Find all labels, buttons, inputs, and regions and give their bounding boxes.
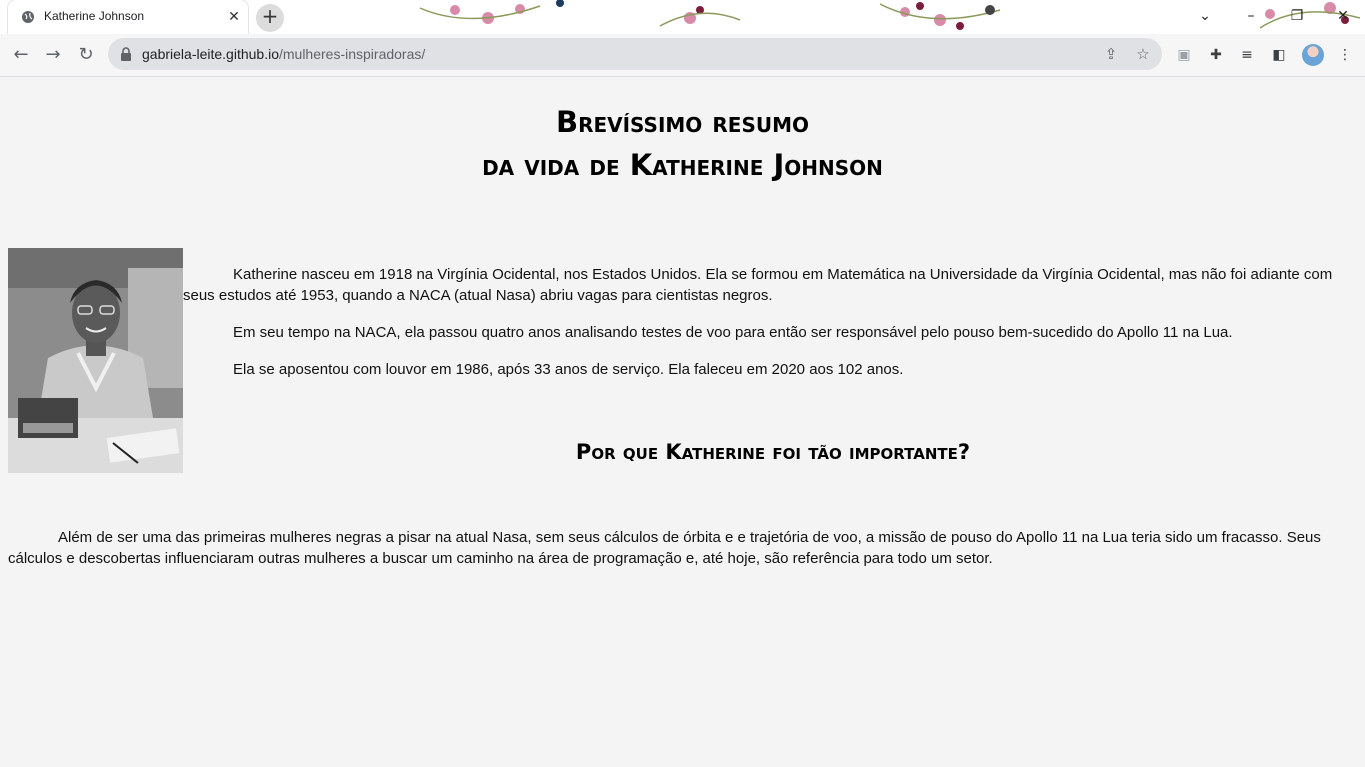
bio-paragraph-birth: Katherine nasceu em 1918 na Virgínia Oci…: [183, 266, 1333, 304]
close-window-button[interactable]: ✕: [1331, 5, 1355, 27]
url-host: gabriela-leite.github.io: [142, 46, 279, 62]
importance-heading: Por que Katherine foi tão importante?: [575, 440, 971, 464]
reload-button[interactable]: ↻: [74, 43, 98, 67]
new-tab-button[interactable]: +: [256, 4, 284, 32]
title-line-2: da vida de Katherine Johnson: [482, 148, 883, 182]
back-button[interactable]: ←: [9, 43, 33, 67]
page-title: Brevíssimo resumo da vida de Katherine J…: [0, 101, 1365, 187]
biography-text: Katherine nasceu em 1918 na Virgínia Oci…: [183, 264, 1363, 396]
restore-button[interactable]: ❐: [1285, 5, 1309, 27]
close-tab-icon[interactable]: ✕: [226, 9, 242, 25]
forward-button[interactable]: →: [41, 43, 65, 67]
url-path: /mulheres-inspiradoras/: [278, 46, 426, 62]
address-bar[interactable]: gabriela-leite.github.io/mulheres-inspir…: [108, 38, 1162, 70]
menu-kebab-icon[interactable]: ⋮: [1336, 46, 1354, 64]
bio-paragraph-naca: Em seu tempo na NACA, ela passou quatro …: [233, 324, 1233, 341]
lock-icon[interactable]: [120, 47, 132, 61]
page-content: Brevíssimo resumo da vida de Katherine J…: [0, 77, 1365, 767]
importance-paragraph: Além de ser uma das primeiras mulheres n…: [8, 529, 1321, 567]
url-text[interactable]: gabriela-leite.github.io/mulheres-inspir…: [142, 46, 425, 62]
puzzle-extensions-icon[interactable]: ✚: [1207, 46, 1225, 64]
tab-title: Katherine Johnson: [44, 9, 145, 23]
active-tab[interactable]: Katherine Johnson ✕: [8, 0, 248, 34]
title-line-1: Brevíssimo resumo: [555, 105, 810, 139]
bookmark-star-icon[interactable]: ☆: [1134, 45, 1152, 63]
tab-search-chevron-icon[interactable]: ⌄: [1193, 5, 1217, 27]
media-queue-icon[interactable]: ≡: [1238, 46, 1256, 64]
globe-icon: [22, 11, 34, 23]
extension-icon[interactable]: ▣: [1175, 46, 1193, 64]
browser-toolbar: ← → ↻ gabriela-leite.github.io/mulheres-…: [0, 34, 1365, 77]
minimize-button[interactable]: –: [1239, 5, 1263, 27]
share-icon[interactable]: ⇪: [1102, 45, 1120, 63]
profile-avatar[interactable]: [1302, 44, 1324, 66]
side-panel-icon[interactable]: ◧: [1270, 46, 1288, 64]
katherine-johnson-photo: [8, 248, 183, 473]
bio-paragraph-retirement: Ela se aposentou com louvor em 1986, apó…: [233, 361, 904, 378]
tab-strip: Katherine Johnson ✕ + ⌄ – ❐ ✕: [0, 0, 1365, 34]
